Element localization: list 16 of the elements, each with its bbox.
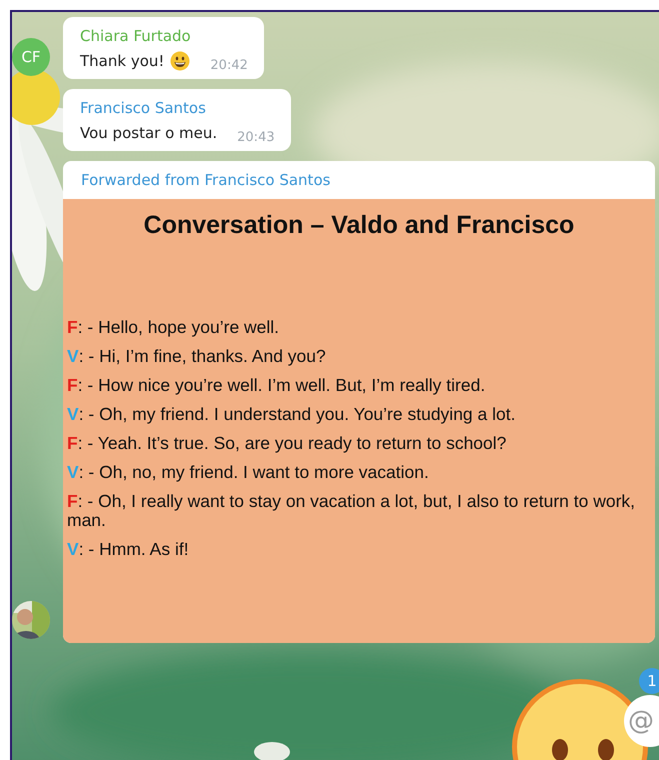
dialogue-line: F: - Oh, I really want to stay on vacation a lot, but, I also to return to work, man.: [67, 492, 636, 530]
dialogue-line: F: - Hello, hope you’re well.: [67, 318, 280, 337]
dialogue-line: F: - How nice you’re well. I’m well. But, I’m really tired.: [67, 376, 486, 395]
dialogue-line: V: - Oh, my friend. I understand you. You’re studying a lot.: [67, 405, 516, 424]
message-time: 20:42: [210, 58, 248, 73]
dialogue-line: V: - Hi, I’m fine, thanks. And you?: [67, 347, 327, 366]
forwarded-from-label[interactable]: Forwarded from Francisco Santos: [81, 171, 330, 189]
message-time: 20:43: [237, 130, 275, 145]
dialogue-line: V: - Hmm. As if!: [67, 540, 190, 559]
message-text: Vou postar o meu.: [80, 122, 218, 144]
dialogue-line: F: - Yeah. It’s true. So, are you ready to return to school?: [67, 434, 508, 453]
message-text: Thank you!: [80, 50, 164, 72]
sender-name: Chiara Furtado: [80, 26, 192, 46]
sender-name: Francisco Santos: [80, 98, 207, 118]
document-title: Conversation – Valdo and Francisco: [144, 211, 574, 240]
dialogue-line: V: - Oh, no, my friend. I want to more vacation.: [67, 463, 430, 482]
